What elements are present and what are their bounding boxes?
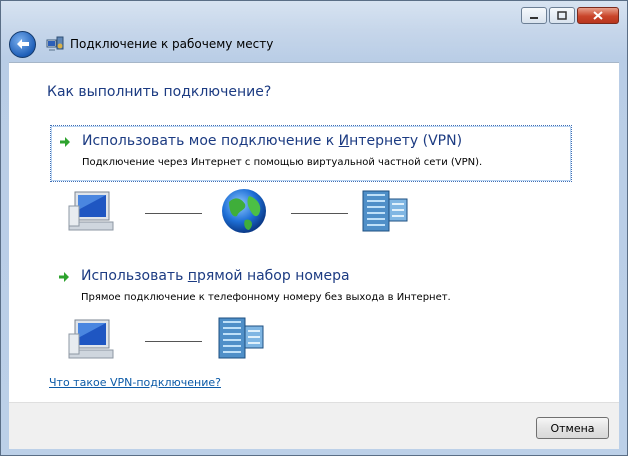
connection-line bbox=[145, 213, 202, 214]
vpn-option-description: Подключение через Интернет с помощью вир… bbox=[82, 157, 483, 168]
minimize-button[interactable] bbox=[521, 7, 547, 24]
connection-line bbox=[145, 341, 202, 342]
accelerator-key: п bbox=[187, 268, 197, 284]
green-arrow-icon bbox=[59, 272, 69, 282]
accelerator-key: И bbox=[338, 133, 350, 149]
computer-icon bbox=[68, 319, 114, 359]
content-pane: Как выполнить подключение? Использовать … bbox=[9, 62, 619, 403]
dialup-option-title: Использовать прямой набор номера bbox=[81, 268, 350, 284]
back-arrow-icon bbox=[16, 39, 29, 49]
workplace-server-icon bbox=[362, 190, 408, 232]
maximize-icon bbox=[557, 11, 567, 20]
close-icon bbox=[593, 11, 603, 20]
cancel-button[interactable]: Отмена bbox=[536, 417, 609, 439]
connection-line bbox=[291, 213, 348, 214]
internet-globe-icon bbox=[222, 189, 266, 233]
vpn-help-link[interactable]: Что такое VPN-подключение? bbox=[49, 376, 221, 389]
nav-bar: Подключение к рабочему месту bbox=[9, 27, 619, 61]
vpn-option[interactable]: Использовать мое подключение к Интернету… bbox=[50, 125, 572, 182]
vpn-option-title: Использовать мое подключение к Интернету… bbox=[82, 133, 463, 149]
button-footer: Отмена bbox=[9, 402, 619, 449]
page-heading: Как выполнить подключение? bbox=[47, 84, 272, 100]
close-button[interactable] bbox=[577, 7, 619, 24]
window-title: Подключение к рабочему месту bbox=[70, 37, 274, 51]
maximize-button[interactable] bbox=[549, 7, 575, 24]
computer-icon bbox=[68, 191, 114, 231]
dialup-option[interactable]: Использовать прямой набор номера Прямое … bbox=[50, 261, 572, 303]
dialup-option-description: Прямое подключение к телефонному номеру … bbox=[81, 292, 451, 303]
minimize-icon bbox=[530, 16, 538, 19]
wizard-window: Подключение к рабочему месту Как выполни… bbox=[0, 0, 628, 456]
caption-buttons bbox=[521, 7, 619, 24]
network-wizard-icon bbox=[46, 36, 64, 51]
green-arrow-icon bbox=[60, 137, 70, 147]
back-button[interactable] bbox=[9, 30, 36, 58]
workplace-server-icon bbox=[218, 317, 264, 359]
